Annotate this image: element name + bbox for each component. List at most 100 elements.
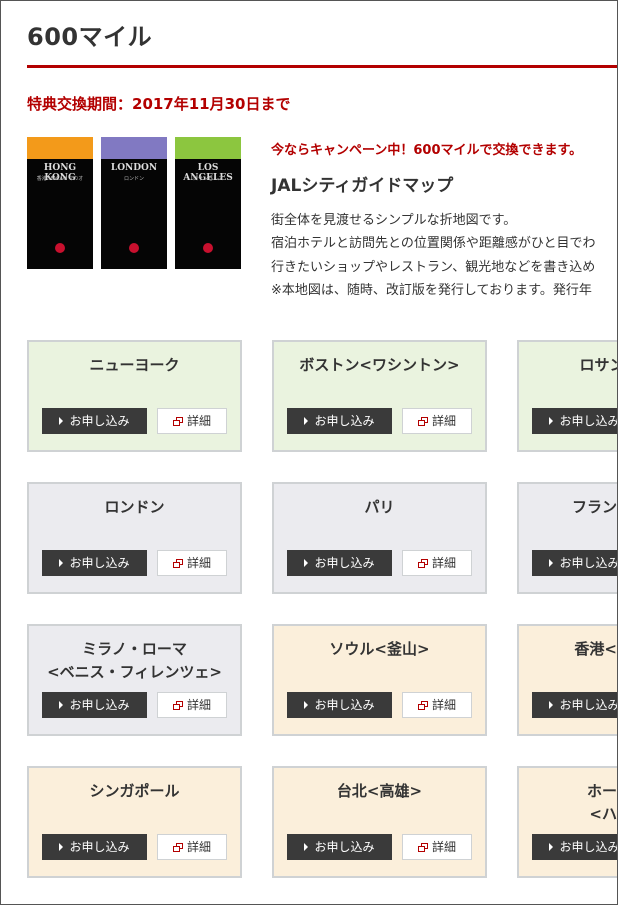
title-divider xyxy=(27,65,617,68)
detail-label: 詳細 xyxy=(186,414,211,428)
apply-label: お申し込み xyxy=(559,698,618,712)
product-desc-line: 宿泊ホテルと訪問先との位置関係や距離感がひと目でわ xyxy=(271,236,596,251)
apply-label: お申し込み xyxy=(69,840,130,854)
city-name: パリ xyxy=(364,498,395,516)
book-band xyxy=(101,137,167,159)
book-cover-london: LONDON ロンドン xyxy=(101,137,167,269)
apply-button[interactable]: お申し込み xyxy=(42,550,147,576)
detail-button[interactable]: 詳細 xyxy=(402,408,472,434)
product-name: JALシティガイドマップ xyxy=(271,176,454,196)
detail-label: 詳細 xyxy=(186,556,211,570)
city-name: フランクフルト xyxy=(571,498,617,516)
apply-label: お申し込み xyxy=(314,840,375,854)
apply-label: お申し込み xyxy=(314,698,375,712)
city-card-hong-kong: 香港<マカオ> お申し込み 詳細 xyxy=(517,624,618,736)
city-card-paris: パリ お申し込み 詳細 xyxy=(272,482,487,594)
city-card-frankfurt: フランクフルト お申し込み 詳細 xyxy=(517,482,618,594)
detail-button[interactable]: 詳細 xyxy=(157,408,227,434)
external-window-icon xyxy=(417,417,428,426)
city-card-new-york: ニューヨーク お申し込み 詳細 xyxy=(27,340,242,452)
detail-label: 詳細 xyxy=(186,698,211,712)
apply-label: お申し込み xyxy=(559,840,618,854)
city-card-ho-chi-minh: ホーチミン <ハノイ> お申し込み 詳細 xyxy=(517,766,618,878)
product-desc-line: ※本地図は、随時、改訂版を発行しております。発行年 xyxy=(271,283,592,298)
arrow-right-icon xyxy=(549,559,554,567)
arrow-right-icon xyxy=(549,701,554,709)
page-frame: 600マイル 特典交換期間：2017年11月30日まで HONG KONG 香港… xyxy=(0,0,618,905)
book-cover-hong-kong: HONG KONG 香港 MACAU マカオ xyxy=(27,137,93,269)
external-window-icon xyxy=(172,417,183,426)
detail-button[interactable]: 詳細 xyxy=(157,692,227,718)
city-card-seoul: ソウル<釜山> お申し込み 詳細 xyxy=(272,624,487,736)
city-name: シンガポール xyxy=(89,782,180,800)
city-card-los-angeles: ロサンゼルス お申し込み 詳細 xyxy=(517,340,618,452)
arrow-right-icon xyxy=(59,701,64,709)
city-name: 香港<マカオ> xyxy=(574,640,617,658)
apply-button[interactable]: お申し込み xyxy=(532,408,618,434)
exchange-period: 特典交換期間：2017年11月30日まで xyxy=(27,95,291,113)
arrow-right-icon xyxy=(304,417,309,425)
apply-button[interactable]: お申し込み xyxy=(287,408,392,434)
city-card-london: ロンドン お申し込み 詳細 xyxy=(27,482,242,594)
apply-label: お申し込み xyxy=(69,556,130,570)
book-band xyxy=(27,137,93,159)
detail-label: 詳細 xyxy=(186,840,211,854)
apply-label: お申し込み xyxy=(69,698,130,712)
city-name: ロサンゼルス xyxy=(579,356,617,374)
apply-button[interactable]: お申し込み xyxy=(287,834,392,860)
campaign-notice: 今ならキャンペーン中！600マイルで交換できます。 xyxy=(271,143,583,158)
external-window-icon xyxy=(172,559,183,568)
city-name-sub: <ハノイ> xyxy=(589,805,617,823)
city-card-boston: ボストン<ワシントン> お申し込み 詳細 xyxy=(272,340,487,452)
arrow-right-icon xyxy=(304,559,309,567)
external-window-icon xyxy=(417,559,428,568)
detail-button[interactable]: 詳細 xyxy=(157,550,227,576)
book-band xyxy=(175,137,241,159)
apply-label: お申し込み xyxy=(69,414,130,428)
city-name: ミラノ・ローマ xyxy=(82,640,187,658)
detail-button[interactable]: 詳細 xyxy=(157,834,227,860)
apply-label: お申し込み xyxy=(314,556,375,570)
apply-label: お申し込み xyxy=(559,414,618,428)
external-window-icon xyxy=(172,843,183,852)
detail-label: 詳細 xyxy=(431,556,456,570)
external-window-icon xyxy=(172,701,183,710)
arrow-right-icon xyxy=(59,417,64,425)
book-subtitle: ロサンゼルス xyxy=(192,176,223,182)
apply-label: お申し込み xyxy=(559,556,618,570)
arrow-right-icon xyxy=(304,843,309,851)
city-name: 台北<高雄> xyxy=(336,782,423,800)
apply-button[interactable]: お申し込み xyxy=(287,692,392,718)
arrow-right-icon xyxy=(549,843,554,851)
arrow-right-icon xyxy=(304,701,309,709)
city-name: ニューヨーク xyxy=(89,356,180,374)
page-title: 600マイル xyxy=(27,23,153,51)
arrow-right-icon xyxy=(59,559,64,567)
apply-label: お申し込み xyxy=(314,414,375,428)
city-name: ボストン<ワシントン> xyxy=(299,356,460,374)
product-desc-line: 行きたいショップやレストラン、観光地などを書き込め xyxy=(271,260,596,275)
apply-button[interactable]: お申し込み xyxy=(42,692,147,718)
book-subtitle: ロンドン xyxy=(123,176,144,182)
city-name: ホーチミン xyxy=(586,782,617,800)
apply-button[interactable]: お申し込み xyxy=(532,692,618,718)
city-name: ソウル<釜山> xyxy=(329,640,430,658)
book-subtitle: 香港 MACAU マカオ xyxy=(36,176,84,182)
jal-logo-icon xyxy=(129,243,139,253)
apply-button[interactable]: お申し込み xyxy=(532,834,618,860)
detail-button[interactable]: 詳細 xyxy=(402,692,472,718)
detail-label: 詳細 xyxy=(431,414,456,428)
jal-logo-icon xyxy=(203,243,213,253)
apply-button[interactable]: お申し込み xyxy=(42,834,147,860)
apply-button[interactable]: お申し込み xyxy=(287,550,392,576)
detail-button[interactable]: 詳細 xyxy=(402,550,472,576)
city-name: ロンドン xyxy=(104,498,165,516)
jal-logo-icon xyxy=(55,243,65,253)
detail-button[interactable]: 詳細 xyxy=(402,834,472,860)
city-name-sub: <ベニス・フィレンツェ> xyxy=(47,663,222,681)
book-city: LONDON xyxy=(110,163,158,173)
city-card-milan-rome: ミラノ・ローマ <ベニス・フィレンツェ> お申し込み 詳細 xyxy=(27,624,242,736)
book-cover-los-angeles: LOS ANGELES ロサンゼルス xyxy=(175,137,241,269)
apply-button[interactable]: お申し込み xyxy=(42,408,147,434)
apply-button[interactable]: お申し込み xyxy=(532,550,618,576)
